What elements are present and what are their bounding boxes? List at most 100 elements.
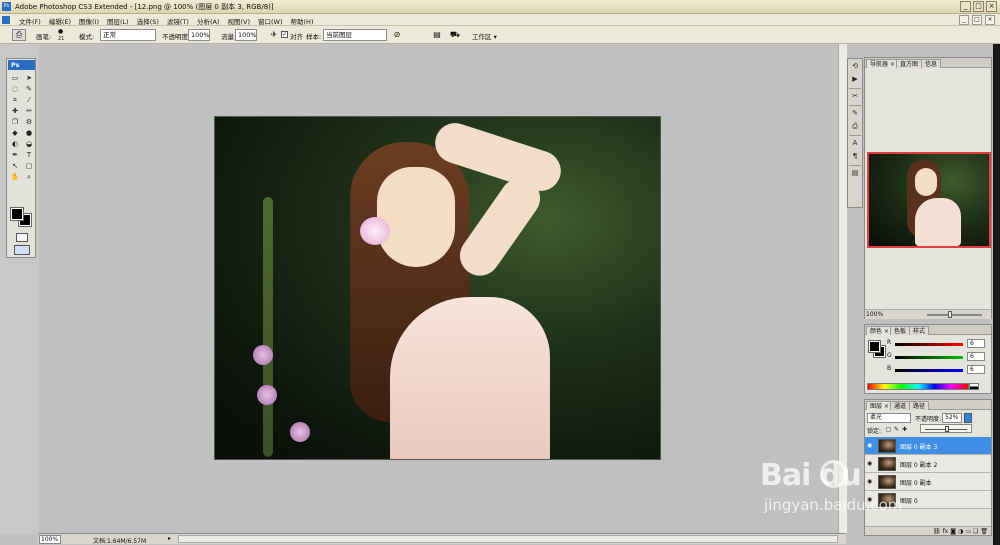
layer-row[interactable]: ◉ 图层 0 副本 2 <box>865 455 991 473</box>
menu-file[interactable]: 文件(F) <box>19 16 41 26</box>
move-tool-icon[interactable]: ➤ <box>23 73 35 83</box>
menu-help[interactable]: 帮助(H) <box>291 16 314 26</box>
type-tool-icon[interactable]: T <box>23 150 35 160</box>
clone-stamp-icon[interactable]: ⎙ <box>12 29 26 41</box>
zoom-field[interactable]: 100% <box>39 535 61 544</box>
close-button[interactable]: × <box>986 1 997 12</box>
link-layers-icon[interactable]: ⛓ <box>933 527 941 535</box>
brush-tool-icon[interactable]: ✏ <box>23 106 35 116</box>
palette-well-icon[interactable]: ▤ <box>432 30 442 40</box>
workspace-menu[interactable]: 工作区 ▾ <box>472 31 497 41</box>
crop-tool-icon[interactable]: ⌗ <box>9 95 21 105</box>
menu-layer[interactable]: 图层(L) <box>107 16 129 26</box>
doc-restore-button[interactable]: □ <box>972 15 982 25</box>
opacity-slider-knob[interactable] <box>944 426 949 432</box>
shape-tool-icon[interactable]: ▢ <box>23 161 35 171</box>
dodge-tool-icon[interactable]: ◒ <box>23 139 35 149</box>
gradient-tool-icon[interactable]: ● <box>23 128 35 138</box>
vertical-scrollbar[interactable] <box>838 44 847 533</box>
flow-input[interactable]: 100% <box>235 29 257 41</box>
lasso-tool-icon[interactable]: ◌ <box>9 84 21 94</box>
layer-row[interactable]: ◉ 图层 0 副本 3 <box>865 437 991 455</box>
document-canvas[interactable] <box>214 116 661 460</box>
paragraph-panel-icon[interactable]: ¶ <box>849 151 861 162</box>
history-brush-tool-icon[interactable]: ⚙ <box>23 117 35 127</box>
tab-styles[interactable]: 样式 <box>909 326 930 335</box>
menu-window[interactable]: 窗口(W) <box>258 16 283 26</box>
healing-tool-icon[interactable]: ✚ <box>9 106 21 116</box>
slice-tool-icon[interactable]: ⁄ <box>23 95 35 105</box>
tab-color[interactable]: 颜色 × <box>866 326 893 335</box>
quick-mask-icon[interactable] <box>16 233 28 242</box>
tab-histogram[interactable]: 直方图 <box>896 59 923 68</box>
lock-transparency-icon[interactable]: ▢ <box>885 426 892 433</box>
magic-wand-tool-icon[interactable]: ✎ <box>23 84 35 94</box>
eye-icon[interactable]: ◉ <box>867 496 874 503</box>
history-panel-icon[interactable]: ⟲ <box>849 61 861 72</box>
navigator-zoom-knob[interactable] <box>948 311 952 318</box>
tab-channels[interactable]: 通道 <box>890 401 911 410</box>
ignore-adjustment-icon[interactable]: ⊘ <box>392 30 402 40</box>
airbrush-icon[interactable]: ✈ <box>269 30 279 40</box>
tab-paths[interactable]: 路径 <box>909 401 930 410</box>
character-panel-icon[interactable]: A <box>849 138 861 149</box>
eye-icon[interactable]: ◉ <box>867 442 874 449</box>
green-slider[interactable] <box>895 356 963 359</box>
tab-info[interactable]: 信息 <box>921 59 942 68</box>
color-spectrum[interactable] <box>867 383 969 390</box>
horizontal-scrollbar[interactable] <box>178 535 838 543</box>
lock-pixels-icon[interactable]: ✎ <box>893 426 900 433</box>
delete-layer-icon[interactable]: 🗑 <box>980 527 988 535</box>
clone-stamp-tool-icon[interactable]: ❐ <box>9 117 21 127</box>
screen-mode-icon[interactable] <box>14 245 30 255</box>
blue-slider[interactable] <box>895 369 963 372</box>
opacity-dropdown-button[interactable] <box>964 413 972 423</box>
document-info[interactable]: 文档:1.64M/6.57M <box>93 536 146 545</box>
aligned-checkbox[interactable]: ✓ <box>281 31 288 38</box>
layer-comps-icon[interactable]: ▤ <box>849 168 861 179</box>
black-white-swatch[interactable] <box>969 383 979 390</box>
app-icon[interactable] <box>2 16 10 24</box>
color-foreground-swatch[interactable] <box>868 340 881 353</box>
tab-layers[interactable]: 图层 × <box>866 401 893 410</box>
red-slider[interactable] <box>895 343 963 346</box>
navigator-zoom[interactable]: 100% <box>866 311 883 318</box>
blue-value[interactable]: 6 <box>967 365 985 374</box>
pen-tool-icon[interactable]: ✒ <box>9 150 21 160</box>
eye-icon[interactable]: ◉ <box>867 478 874 485</box>
marquee-tool-icon[interactable]: ▭ <box>9 73 21 83</box>
lock-position-icon[interactable]: ✚ <box>901 426 908 433</box>
path-selection-tool-icon[interactable]: ↖ <box>9 161 21 171</box>
doc-minimize-button[interactable]: _ <box>959 15 969 25</box>
layer-row[interactable]: ◉ 图层 0 副本 <box>865 473 991 491</box>
adjustment-layer-icon[interactable]: ◑ <box>958 527 963 535</box>
menu-analysis[interactable]: 分析(A) <box>197 16 220 26</box>
clone-source-icon[interactable]: ⎙ <box>849 121 861 132</box>
opacity-input[interactable]: 100% <box>188 29 210 41</box>
menu-view[interactable]: 视图(V) <box>227 16 250 26</box>
menu-filter[interactable]: 滤镜(T) <box>167 16 189 26</box>
foreground-color-swatch[interactable] <box>10 207 24 221</box>
mode-select[interactable]: 正常 <box>100 29 156 41</box>
layer-opacity-input[interactable]: 52% <box>942 413 962 423</box>
doc-close-button[interactable]: × <box>985 15 995 25</box>
navigator-zoom-slider[interactable] <box>927 314 982 316</box>
tab-swatches[interactable]: 色板 <box>890 326 911 335</box>
new-group-icon[interactable]: ▭ <box>965 527 971 535</box>
new-layer-icon[interactable]: ❏ <box>973 527 978 535</box>
actions-panel-icon[interactable]: ▶ <box>849 74 861 85</box>
menu-select[interactable]: 选择(S) <box>137 16 159 26</box>
blur-tool-icon[interactable]: ◐ <box>9 139 21 149</box>
blend-mode-select[interactable]: 柔光 <box>867 413 911 423</box>
menu-image[interactable]: 图像(I) <box>79 16 99 26</box>
bridge-icon[interactable]: ⛟ <box>450 30 460 40</box>
menu-edit[interactable]: 编辑(E) <box>49 16 71 26</box>
minimize-button[interactable]: _ <box>960 1 971 12</box>
hand-tool-icon[interactable]: ✋ <box>9 172 21 182</box>
brushes-panel-icon[interactable]: ✎ <box>849 108 861 119</box>
red-value[interactable]: 6 <box>967 339 985 348</box>
fx-icon[interactable]: fx <box>943 527 949 535</box>
add-mask-icon[interactable]: ◙ <box>950 527 956 535</box>
eye-icon[interactable]: ◉ <box>867 460 874 467</box>
zoom-tool-icon[interactable]: ⌕ <box>23 172 35 182</box>
